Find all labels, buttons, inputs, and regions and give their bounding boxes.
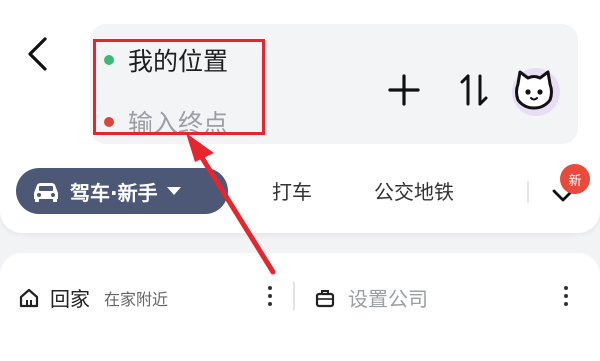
car-icon xyxy=(34,183,58,202)
plus-icon xyxy=(388,74,420,106)
new-badge: 新 xyxy=(560,164,590,194)
swap-vertical-icon xyxy=(460,74,488,106)
drive-mode-label: 驾车·新手 xyxy=(70,180,158,205)
company-more-button[interactable] xyxy=(561,286,571,306)
company-placeholder: 设置公司 xyxy=(348,287,428,311)
chevron-left-icon xyxy=(28,37,47,71)
shortcut-company[interactable]: 设置公司 xyxy=(314,283,428,312)
tab-taxi[interactable]: 打车 xyxy=(272,176,312,205)
home-title: 回家 xyxy=(50,287,90,311)
caret-down-icon xyxy=(166,187,181,195)
shortcut-divider xyxy=(293,282,295,310)
home-more-button[interactable] xyxy=(265,286,275,306)
home-subtitle: 在家附近 xyxy=(104,289,169,309)
drive-mode-chip[interactable]: 驾车·新手 xyxy=(16,168,228,214)
back-button[interactable] xyxy=(18,34,58,74)
briefcase-icon xyxy=(315,289,335,307)
cat-avatar-icon xyxy=(512,68,560,116)
add-waypoint-button[interactable] xyxy=(384,70,424,110)
tab-divider xyxy=(527,181,529,203)
shortcut-home[interactable]: 回家 在家附近 xyxy=(18,283,168,312)
vertical-dots-icon xyxy=(268,286,272,290)
swap-route-button[interactable] xyxy=(454,70,494,110)
annotation-highlight-box xyxy=(93,39,265,135)
avatar-button[interactable] xyxy=(506,62,562,118)
house-icon xyxy=(19,288,39,307)
vertical-dots-icon xyxy=(564,286,568,290)
tab-transit[interactable]: 公交地铁 xyxy=(374,176,454,205)
